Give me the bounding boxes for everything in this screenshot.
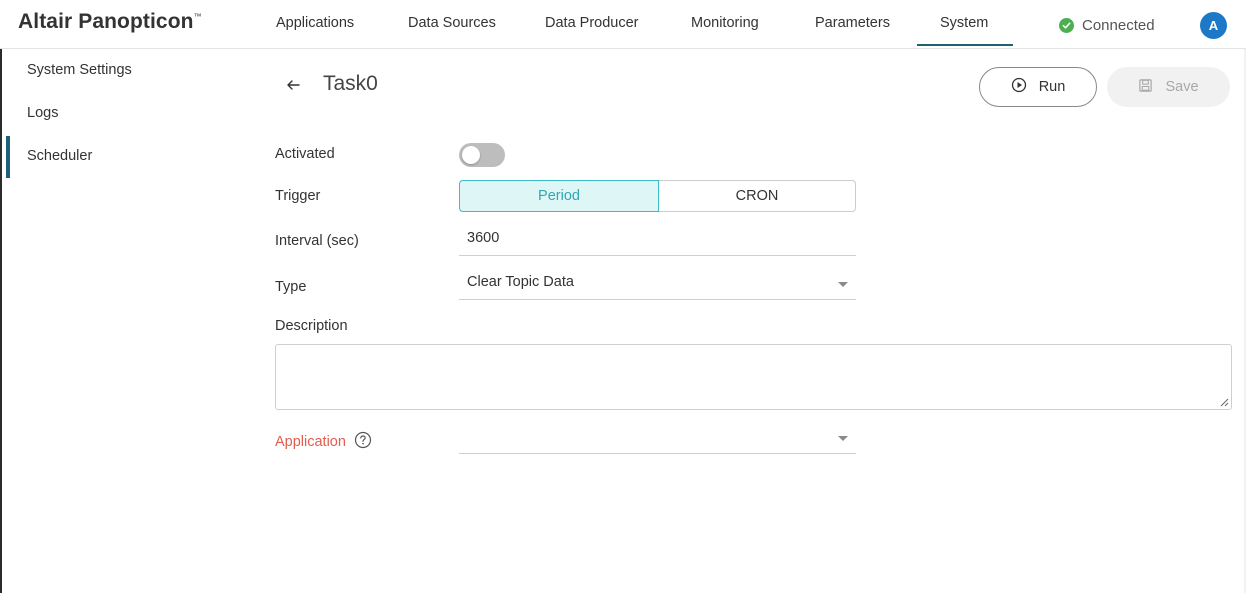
sidebar-item-logs[interactable]: Logs — [27, 105, 58, 121]
nav-applications[interactable]: Applications — [276, 15, 354, 31]
help-circle-icon[interactable] — [354, 431, 372, 453]
sidebar-active-indicator — [6, 136, 10, 178]
nav-active-indicator — [917, 44, 1013, 46]
run-button[interactable]: Run — [979, 67, 1097, 107]
window-left-edge — [0, 0, 2, 593]
nav-system[interactable]: System — [940, 15, 988, 31]
type-select[interactable]: Clear Topic Data — [459, 270, 856, 300]
trigger-option-cron[interactable]: CRON — [659, 180, 856, 212]
application-label-text: Application — [275, 434, 346, 450]
sidebar-item-scheduler[interactable]: Scheduler — [27, 148, 92, 164]
activated-toggle[interactable] — [459, 143, 505, 167]
caret-down-icon — [838, 436, 848, 441]
nav-parameters[interactable]: Parameters — [815, 15, 890, 31]
top-bar: Altair Panopticon™ Applications Data Sou… — [0, 0, 1246, 49]
brand-name: Altair Panopticon — [18, 10, 194, 33]
type-label: Type — [275, 279, 307, 295]
description-textarea[interactable] — [275, 344, 1232, 410]
save-button-label: Save — [1165, 79, 1199, 95]
save-button[interactable]: Save — [1107, 67, 1230, 107]
brand-trademark: ™ — [193, 12, 202, 21]
application-label: Application — [275, 431, 372, 453]
page-title: Task0 — [323, 72, 378, 95]
save-disk-icon — [1138, 78, 1153, 97]
interval-value: 3600 — [467, 230, 500, 246]
run-button-label: Run — [1038, 79, 1066, 95]
nav-monitoring[interactable]: Monitoring — [691, 15, 759, 31]
caret-down-icon — [838, 282, 848, 287]
nav-data-producer[interactable]: Data Producer — [545, 15, 639, 31]
sidebar-item-system-settings[interactable]: System Settings — [27, 62, 132, 78]
brand-logo: Altair Panopticon™ — [18, 10, 202, 34]
connection-status: Connected — [1059, 14, 1155, 36]
arrow-left-icon[interactable] — [286, 76, 300, 97]
avatar-initial: A — [1208, 18, 1219, 33]
application-select[interactable] — [459, 424, 856, 454]
trigger-option-period[interactable]: Period — [459, 180, 659, 212]
toggle-knob — [462, 146, 480, 164]
check-circle-icon — [1059, 17, 1074, 33]
activated-label: Activated — [275, 146, 335, 162]
play-circle-icon — [1011, 77, 1027, 97]
resize-grip-icon[interactable] — [1220, 398, 1229, 407]
trigger-label: Trigger — [275, 188, 321, 204]
connection-status-label: Connected — [1082, 16, 1155, 34]
description-label: Description — [275, 318, 348, 334]
trigger-segmented-control: Period CRON — [459, 180, 856, 212]
user-avatar[interactable]: A — [1200, 12, 1227, 39]
interval-label: Interval (sec) — [275, 233, 359, 249]
nav-data-sources[interactable]: Data Sources — [408, 15, 496, 31]
interval-input[interactable]: 3600 — [459, 226, 856, 256]
type-value: Clear Topic Data — [467, 274, 574, 290]
